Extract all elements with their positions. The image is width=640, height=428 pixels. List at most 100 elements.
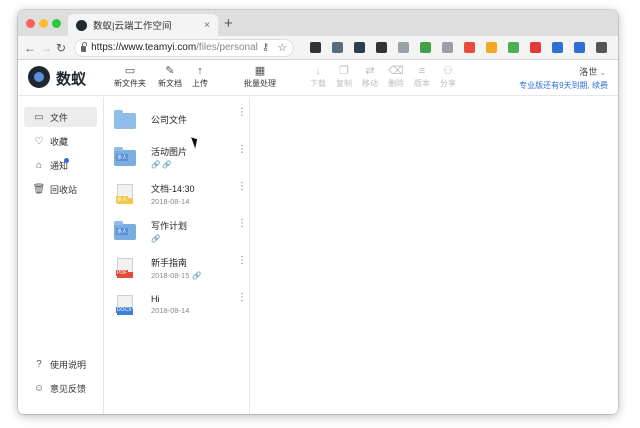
tab-title: 数蚁|云端工作空间 bbox=[93, 21, 172, 32]
sidebar-item-label: 收藏 bbox=[50, 136, 69, 147]
sidebar-footer-icon: ? bbox=[36, 358, 42, 370]
extension-icon[interactable] bbox=[398, 42, 410, 53]
document-icon: 多人 bbox=[114, 183, 136, 204]
sidebar-footer-label: 使用说明 bbox=[50, 359, 87, 370]
file-name: Hi bbox=[151, 294, 160, 304]
link-icon: 🔗 🔗 bbox=[151, 159, 172, 169]
sidebar-footer-item-1[interactable]: ☺ 意见反馈 bbox=[24, 378, 97, 398]
toolbar-button-3[interactable]: ▦ 批量处理 bbox=[240, 64, 280, 89]
sidebar-icon: ▭ bbox=[34, 111, 44, 123]
extension-icon[interactable] bbox=[552, 42, 564, 53]
toolbar-button-9[interactable]: ⚇ 分享 bbox=[428, 64, 468, 89]
notification-dot bbox=[64, 158, 69, 163]
toolbar-label: 分享 bbox=[440, 79, 456, 88]
file-text: 文档-14:30 2018-08-14 bbox=[151, 182, 249, 206]
file-row[interactable]: 多人 写作计划 🔗 ⋮ bbox=[104, 212, 249, 249]
sidebar-icon: 🗑 bbox=[32, 183, 46, 195]
toolbar-icon: ▭ bbox=[124, 65, 136, 77]
key-icon[interactable]: ⚷ bbox=[262, 42, 269, 53]
folder-icon: 多人 bbox=[114, 146, 136, 167]
more-options-icon[interactable]: ⋮ bbox=[237, 293, 247, 303]
more-options-icon[interactable]: ⋮ bbox=[237, 108, 247, 118]
more-options-icon[interactable]: ⋮ bbox=[237, 182, 247, 192]
sidebar-nav: ▭ 文件 ♡ 收藏 ⌂ 通知 🗑 回收站 bbox=[18, 97, 103, 199]
user-name: 洛世 bbox=[579, 67, 598, 77]
address-bar-row: ← → ↻ https://www.teamyi.com/files/perso… bbox=[18, 36, 618, 60]
extension-icon[interactable] bbox=[442, 42, 454, 53]
sidebar-item-2[interactable]: ⌂ 通知 bbox=[24, 155, 97, 175]
toolbar-label: 批量处理 bbox=[244, 79, 276, 88]
sidebar-item-3[interactable]: 🗑 回收站 bbox=[24, 179, 97, 199]
toolbar-icon: ⚇ bbox=[443, 65, 453, 77]
lock-icon bbox=[81, 41, 88, 52]
toolbar-button-2[interactable]: ↑ 上传 bbox=[180, 64, 220, 89]
url-path: /files/personal bbox=[196, 42, 258, 53]
file-list: 公司文件 ⋮ 多人 活动图片 🔗 🔗 ⋮ 多人 文档-14:30 2018-08-14 ⋮ 多人 写作… bbox=[104, 97, 250, 414]
file-date: 2018-08-14 bbox=[151, 306, 190, 315]
file-row[interactable]: PDF 新手指南 2018-08-15 🔗 ⋮ bbox=[104, 249, 249, 286]
extension-icon[interactable] bbox=[376, 42, 388, 53]
more-options-icon[interactable]: ⋮ bbox=[237, 256, 247, 266]
file-text: 公司文件 bbox=[151, 113, 249, 126]
file-meta: 🔗 🔗 bbox=[151, 160, 249, 169]
sidebar-footer: ? 使用说明 ☺ 意见反馈 bbox=[18, 354, 103, 402]
bookmark-star-icon[interactable]: ☆ bbox=[277, 41, 287, 54]
link-icon: 🔗 bbox=[192, 270, 202, 280]
logo-icon[interactable] bbox=[28, 66, 50, 88]
sidebar-icon: ♡ bbox=[34, 135, 44, 147]
file-row[interactable]: 多人 活动图片 🔗 🔗 ⋮ bbox=[104, 138, 249, 175]
forward-icon[interactable]: → bbox=[40, 41, 52, 55]
browser-tab[interactable]: 数蚁|云端工作空间 × bbox=[68, 14, 218, 36]
more-options-icon[interactable]: ⋮ bbox=[237, 219, 247, 229]
new-tab-button[interactable]: + bbox=[224, 15, 233, 32]
url-text: https://www.teamyi.com/files/personal bbox=[91, 42, 258, 53]
file-meta: 2018-08-14 bbox=[151, 197, 249, 206]
url-input[interactable]: https://www.teamyi.com/files/personal ⚷ … bbox=[74, 38, 295, 57]
tab-strip: 数蚁|云端工作空间 × + bbox=[18, 10, 618, 36]
reload-icon[interactable]: ↻ bbox=[56, 41, 66, 55]
sidebar-icon: ⌂ bbox=[35, 159, 43, 171]
file-row[interactable]: 多人 文档-14:30 2018-08-14 ⋮ bbox=[104, 175, 249, 212]
more-options-icon[interactable]: ⋮ bbox=[237, 145, 247, 155]
extension-icon[interactable] bbox=[574, 42, 586, 53]
extensions-toolbar bbox=[310, 42, 618, 53]
sidebar-item-0[interactable]: ▭ 文件 bbox=[24, 107, 97, 127]
toolbar-label: 上传 bbox=[192, 79, 208, 88]
close-window-icon[interactable] bbox=[26, 19, 35, 28]
folder-icon bbox=[114, 109, 136, 130]
brand-name: 数蚁 bbox=[56, 71, 87, 88]
detail-pane bbox=[250, 97, 618, 414]
extension-icon[interactable] bbox=[596, 42, 608, 53]
renew-link[interactable]: 专业版还有9天到期, 续费 bbox=[519, 80, 608, 91]
file-row[interactable]: 公司文件 ⋮ bbox=[104, 101, 249, 138]
extension-icon[interactable] bbox=[486, 42, 498, 53]
extension-icon[interactable] bbox=[508, 42, 520, 53]
user-menu[interactable]: 洛世 ⌄ bbox=[579, 65, 606, 78]
file-meta: 🔗 bbox=[151, 234, 249, 243]
extension-icon[interactable] bbox=[332, 42, 344, 53]
folder-shape bbox=[114, 109, 136, 129]
extension-icon[interactable] bbox=[464, 42, 476, 53]
file-type-badge: PDF bbox=[116, 269, 128, 276]
shared-badge: 多人 bbox=[116, 227, 129, 235]
extension-icon[interactable] bbox=[354, 42, 366, 53]
sidebar-footer-label: 意见反馈 bbox=[50, 383, 87, 394]
file-name: 文档-14:30 bbox=[151, 183, 195, 194]
extension-icon[interactable] bbox=[310, 42, 322, 53]
minimize-window-icon[interactable] bbox=[39, 19, 48, 28]
extension-icon[interactable] bbox=[530, 42, 542, 53]
browser-window: 数蚁|云端工作空间 × + ← → ↻ https://www.teamyi.c… bbox=[18, 10, 618, 414]
file-date: 2018-08-14 bbox=[151, 196, 190, 206]
file-row[interactable]: DOCX Hi 2018-08-14 ⋮ bbox=[104, 286, 249, 323]
toolbar-button-0[interactable]: ▭ 新文件夹 bbox=[110, 64, 150, 89]
extension-icon[interactable] bbox=[420, 42, 432, 53]
maximize-window-icon[interactable] bbox=[52, 19, 61, 28]
sidebar-footer-item-0[interactable]: ? 使用说明 bbox=[24, 354, 97, 374]
toolbar-icon: ↑ bbox=[197, 65, 203, 77]
file-date: 2018-08-15 bbox=[151, 270, 190, 280]
tab-close-icon[interactable]: × bbox=[204, 20, 210, 31]
link-icon: 🔗 bbox=[151, 233, 161, 243]
toolbar-label: 新文件夹 bbox=[114, 79, 146, 88]
back-icon[interactable]: ← bbox=[24, 41, 36, 55]
sidebar-item-1[interactable]: ♡ 收藏 bbox=[24, 131, 97, 151]
